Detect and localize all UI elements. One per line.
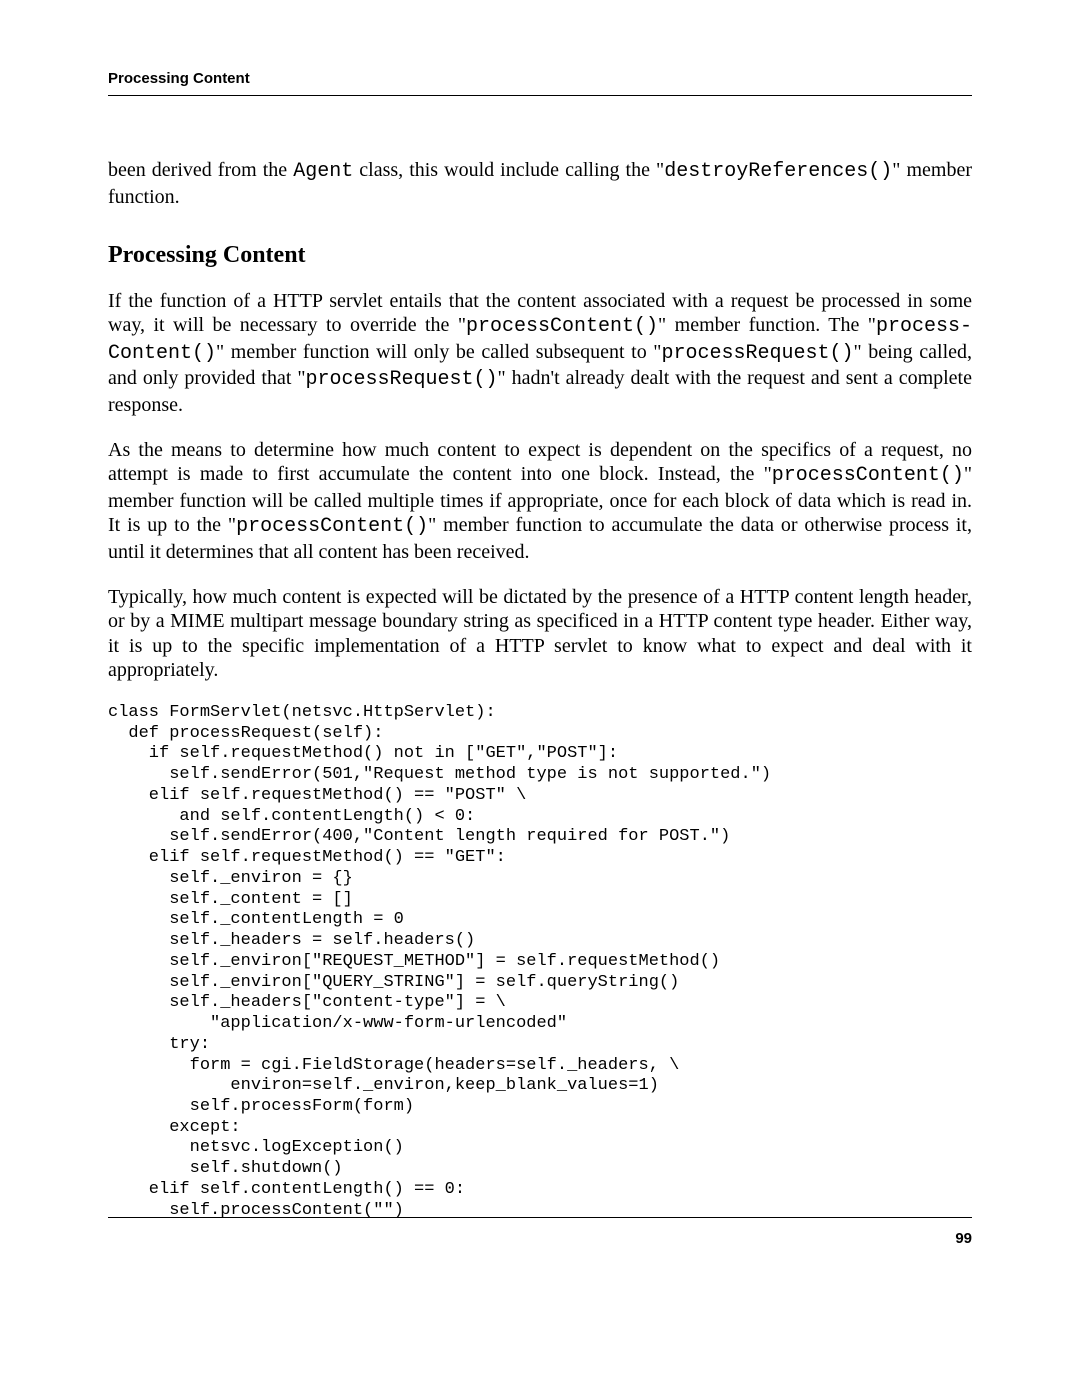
paragraph-1: If the function of a HTTP servlet entail… — [108, 289, 972, 418]
code-block: class FormServlet(netsvc.HttpServlet): d… — [108, 703, 972, 1221]
page-number: 99 — [108, 1230, 972, 1247]
code-inline: processContent() — [466, 315, 658, 338]
header-rule — [108, 95, 972, 96]
section-heading: Processing Content — [108, 241, 972, 271]
running-title: Processing Content — [108, 70, 972, 87]
code-inline: destroyReferences() — [664, 160, 892, 183]
page: Processing Content been derived from the… — [0, 0, 1080, 1397]
paragraph-3: Typically, how much content is expected … — [108, 585, 972, 683]
code-inline: processContent() — [236, 515, 428, 538]
code-inline: processRequest() — [661, 342, 853, 365]
body-text: been derived from the Agent class, this … — [108, 158, 972, 1221]
text: class, this would include calling the " — [353, 159, 664, 181]
intro-paragraph: been derived from the Agent class, this … — [108, 158, 972, 209]
text: " member function. The " — [658, 314, 876, 336]
text: " member function will only be called su… — [216, 341, 661, 363]
paragraph-2: As the means to determine how much conte… — [108, 438, 972, 565]
code-inline: processContent() — [772, 464, 964, 487]
footer-rule — [108, 1217, 972, 1218]
code-inline: Agent — [293, 160, 353, 183]
page-footer: 99 — [108, 1217, 972, 1247]
code-inline: processRequest() — [306, 368, 498, 391]
page-header: Processing Content — [108, 70, 972, 96]
text: been derived from the — [108, 159, 293, 181]
